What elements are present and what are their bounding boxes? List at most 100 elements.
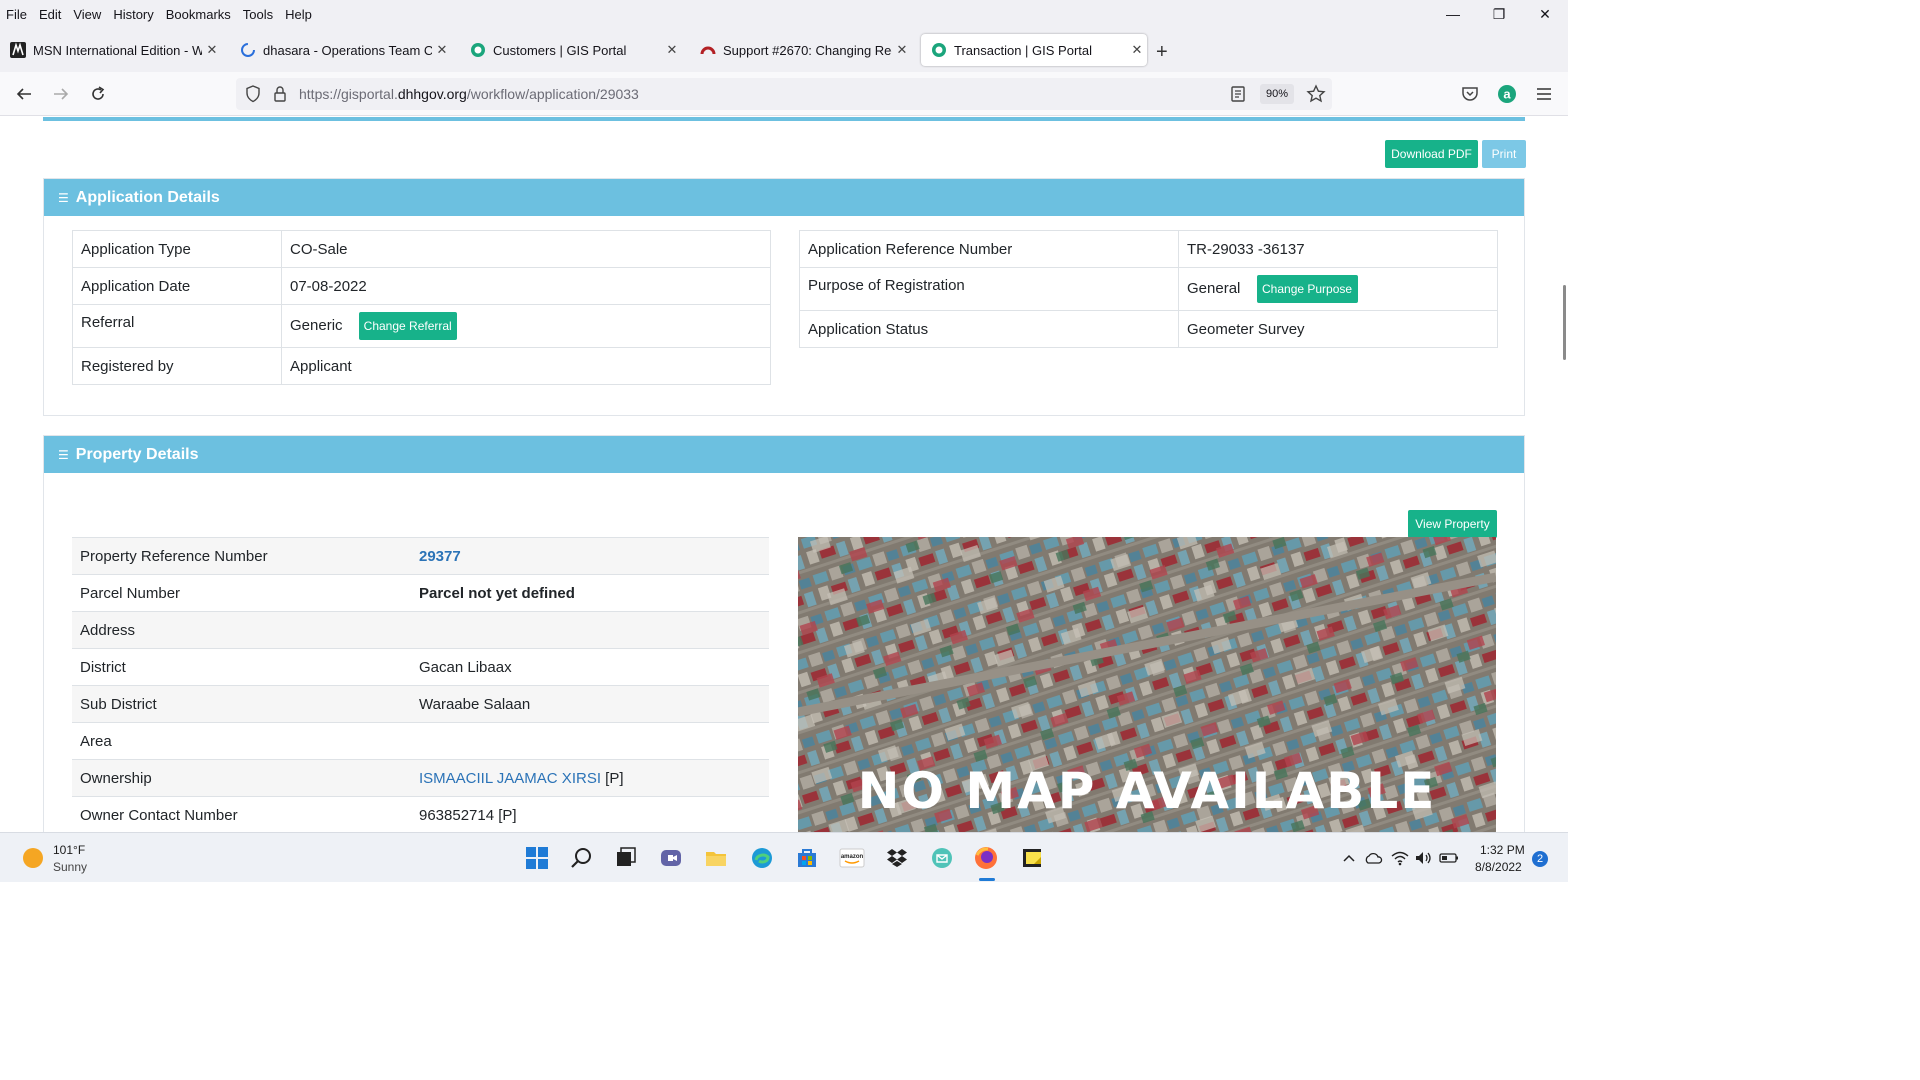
field-label: Ownership	[72, 759, 411, 797]
tab-transaction[interactable]: Transaction | GIS Portal ✕	[921, 34, 1147, 66]
reader-view-icon[interactable]	[1230, 85, 1246, 108]
menu-view[interactable]: View	[67, 7, 107, 22]
menu-edit[interactable]: Edit	[33, 7, 67, 22]
zoom-level[interactable]: 90%	[1260, 84, 1295, 104]
change-referral-button[interactable]: Change Referral	[358, 312, 457, 340]
field-label: Application Type	[72, 230, 282, 268]
tab-title: MSN International Edition - Wo	[33, 42, 202, 58]
new-tab-icon[interactable]: +	[1156, 41, 1168, 64]
hamburger-menu-icon[interactable]	[1532, 82, 1556, 106]
url-domain: dhhgov.org	[397, 86, 467, 102]
task-view-icon[interactable]	[613, 845, 639, 871]
active-app-indicator	[979, 878, 995, 881]
page-content: Download PDF Print ☰ Application Details…	[0, 117, 1568, 832]
minimize-icon[interactable]: —	[1430, 0, 1476, 28]
tab-close-icon[interactable]: ✕	[202, 42, 222, 58]
restore-icon[interactable]: ❐	[1476, 0, 1522, 28]
mail-app-icon[interactable]	[929, 845, 955, 871]
dropbox-icon[interactable]	[884, 845, 910, 871]
clock-time[interactable]: 1:32 PM	[1480, 843, 1525, 857]
menu-tools[interactable]: Tools	[237, 7, 279, 22]
chevron-up-icon[interactable]	[1336, 845, 1362, 871]
table-row: Application Date 07-08-2022	[72, 267, 771, 305]
property-reference-link[interactable]: 29377	[411, 537, 769, 575]
menu-help[interactable]: Help	[279, 7, 318, 22]
tab-close-icon[interactable]: ✕	[432, 42, 452, 58]
amazon-icon[interactable]: amazon	[839, 845, 865, 871]
menu-file[interactable]: File	[0, 7, 33, 22]
field-label: Area	[72, 722, 411, 760]
menu-history[interactable]: History	[107, 7, 159, 22]
previous-panel-edge	[43, 117, 1525, 121]
field-label: Application Status	[799, 310, 1179, 348]
table-row: Application Type CO-Sale	[72, 230, 771, 268]
svg-text:a: a	[1503, 87, 1511, 102]
field-value	[411, 611, 769, 649]
firefox-icon[interactable]	[973, 845, 999, 871]
onedrive-icon[interactable]	[1360, 845, 1386, 871]
sun-weather-icon[interactable]	[22, 847, 44, 874]
windows-start-icon[interactable]	[524, 845, 550, 871]
field-value: 963852714 [P]	[411, 796, 769, 832]
owner-link[interactable]: ISMAACIIL JAAMAC XIRSI	[419, 770, 601, 787]
sticky-notes-icon[interactable]	[1019, 845, 1045, 871]
change-purpose-button[interactable]: Change Purpose	[1256, 275, 1358, 303]
field-value: General	[1187, 280, 1241, 297]
forward-icon[interactable]	[49, 82, 73, 106]
scrollbar-thumb[interactable]	[1563, 285, 1566, 360]
view-property-button[interactable]: View Property	[1408, 510, 1497, 538]
tab-customers[interactable]: Customers | GIS Portal ✕	[460, 34, 682, 66]
reload-icon[interactable]	[86, 82, 110, 106]
battery-icon[interactable]	[1436, 845, 1462, 871]
gis-portal-icon	[470, 42, 486, 58]
tab-msn[interactable]: MSN International Edition - Wo ✕	[0, 34, 222, 66]
svg-text:amazon: amazon	[841, 854, 864, 860]
table-row: Property Reference Number 29377	[72, 537, 769, 575]
wifi-icon[interactable]	[1387, 845, 1413, 871]
shield-icon[interactable]	[245, 85, 261, 108]
msn-icon	[10, 42, 26, 58]
field-value: TR-29033 -36137	[1178, 230, 1498, 268]
print-button[interactable]: Print	[1482, 140, 1526, 168]
map-placeholder-image: NO MAP AVAILABLE	[798, 537, 1496, 832]
tab-dhasara[interactable]: dhasara - Operations Team Coll ✕	[230, 34, 452, 66]
url-bar[interactable]: https://gisportal.dhhgov.org/workflow/ap…	[236, 78, 1332, 110]
clock-date[interactable]: 8/8/2022	[1475, 860, 1522, 874]
weather-description[interactable]: Sunny	[53, 860, 87, 874]
download-pdf-button[interactable]: Download PDF	[1385, 140, 1478, 168]
back-icon[interactable]	[12, 82, 36, 106]
notification-badge[interactable]: 2	[1532, 851, 1548, 867]
panel-header: ☰ Property Details	[44, 436, 1524, 473]
weather-temperature[interactable]: 101°F	[53, 843, 85, 857]
table-row: Sub District Waraabe Salaan	[72, 685, 769, 723]
field-label: Parcel Number	[72, 574, 411, 612]
table-row: Purpose of Registration General Change P…	[799, 267, 1498, 311]
tab-close-icon[interactable]: ✕	[662, 42, 682, 58]
edge-browser-icon[interactable]	[749, 845, 775, 871]
close-window-icon[interactable]: ✕	[1522, 0, 1568, 28]
teams-chat-icon[interactable]	[658, 845, 684, 871]
tab-close-icon[interactable]: ✕	[892, 42, 912, 58]
property-details-table: Property Reference Number 29377 Parcel N…	[72, 537, 769, 832]
lock-icon[interactable]	[273, 85, 287, 108]
tab-support[interactable]: Support #2670: Changing Regis ✕	[690, 34, 912, 66]
account-avatar-icon[interactable]: a	[1495, 82, 1519, 106]
field-value: Gacan Libaax	[411, 648, 769, 686]
table-row: Application Reference Number TR-29033 -3…	[799, 230, 1498, 268]
redmine-icon	[700, 42, 716, 58]
url-text[interactable]: https://gisportal.dhhgov.org/workflow/ap…	[299, 86, 639, 102]
tab-close-icon[interactable]: ✕	[1127, 42, 1147, 58]
search-icon[interactable]	[569, 845, 595, 871]
field-value: Parcel not yet defined	[411, 574, 769, 612]
bookmark-star-icon[interactable]	[1306, 84, 1326, 109]
pocket-icon[interactable]	[1458, 82, 1482, 106]
menu-bar: File Edit View History Bookmarks Tools H…	[0, 0, 1568, 28]
field-label: Sub District	[72, 685, 411, 723]
field-value: Applicant	[281, 347, 771, 385]
file-explorer-icon[interactable]	[703, 845, 729, 871]
volume-icon[interactable]	[1411, 845, 1437, 871]
tab-strip: MSN International Edition - Wo ✕ dhasara…	[0, 28, 1568, 72]
tab-title: dhasara - Operations Team Coll	[263, 42, 432, 58]
menu-bookmarks[interactable]: Bookmarks	[160, 7, 237, 22]
microsoft-store-icon[interactable]	[794, 845, 820, 871]
